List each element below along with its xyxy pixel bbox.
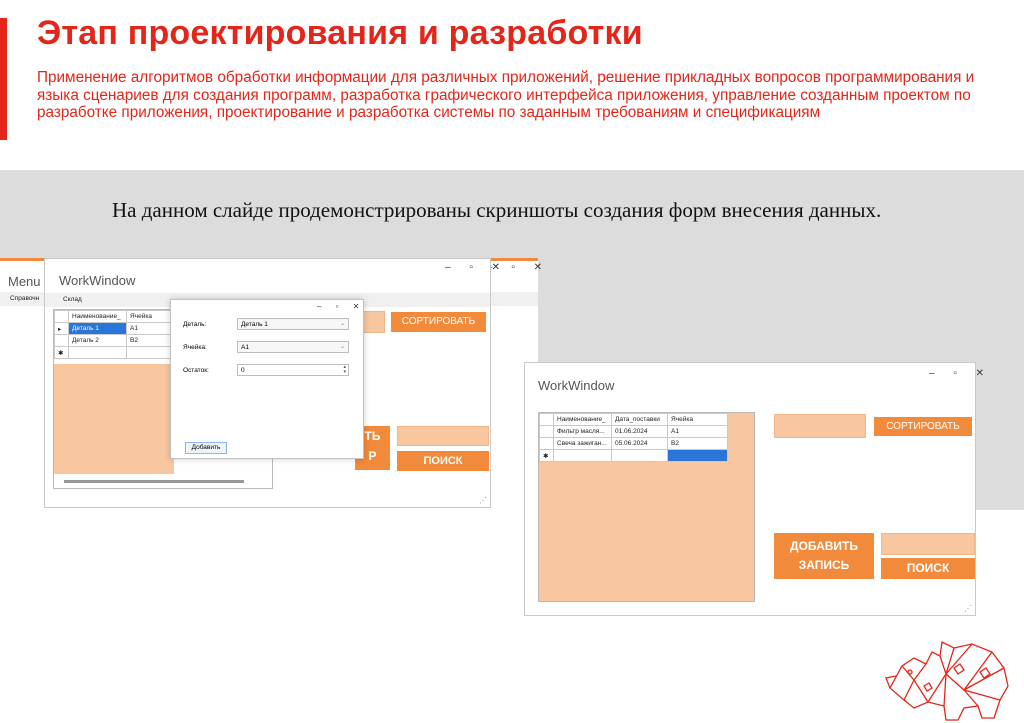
- cell-select-value: A1: [241, 344, 249, 351]
- cell-label: Ячейка:: [183, 344, 207, 351]
- rhino-logo-icon: [885, 641, 1009, 721]
- sort-button-back[interactable]: СОРТИРОВАТЬ: [391, 312, 486, 332]
- search-field-top[interactable]: [774, 414, 866, 438]
- detail-select[interactable]: Деталь 1 ⌄: [237, 318, 349, 330]
- grid-cell[interactable]: A1: [667, 425, 728, 438]
- grid-row-marker: ▸: [54, 322, 69, 335]
- screenshot-work-window: WorkWindow – ▫ ✕ Наименование_ Дата_пост…: [524, 362, 984, 616]
- grid-cell[interactable]: Деталь 1: [68, 322, 127, 335]
- rest-stepper-value: 0: [241, 367, 245, 374]
- rest-stepper[interactable]: 0 ▴ ▾: [237, 364, 349, 376]
- grid-header-name[interactable]: Наименование_: [553, 413, 612, 426]
- grid-scrollbar[interactable]: [64, 480, 244, 483]
- add-record-button[interactable]: ДОБАВИТЬ ЗАПИСЬ: [774, 533, 874, 579]
- slide-title: Этап проектирования и разработки: [37, 14, 643, 52]
- grid-cell[interactable]: Фильтр масля...: [553, 425, 612, 438]
- slide-subtitle: Применение алгоритмов обработки информац…: [37, 69, 975, 122]
- menu-item-spravochnik[interactable]: Справочн: [10, 295, 39, 302]
- title-accent-bar: [0, 18, 7, 140]
- chevron-down-icon: ⌄: [339, 344, 345, 350]
- stepper-arrows-icon[interactable]: ▴ ▾: [343, 365, 346, 375]
- grid-row-marker: [539, 425, 554, 438]
- grid-new-row-marker: ✱: [54, 346, 69, 359]
- grid-empty-area: [54, 364, 174, 474]
- grid-cell[interactable]: [68, 346, 127, 359]
- grid-cell[interactable]: [611, 449, 668, 462]
- grid-cell[interactable]: Деталь 2: [68, 334, 127, 347]
- work-window-controls[interactable]: – ▫ ✕: [445, 262, 508, 273]
- sort-button[interactable]: СОРТИРОВАТЬ: [874, 417, 972, 436]
- screenshot-menu-window: Menu – ▫ ✕ Справочн WorkWindow – ▫ ✕ Скл…: [0, 258, 542, 510]
- chevron-down-icon: ⌄: [339, 321, 345, 327]
- grid-cell-selected[interactable]: [667, 449, 728, 462]
- grid-cell[interactable]: [553, 449, 612, 462]
- work-window-controls-front[interactable]: – ▫ ✕: [929, 368, 992, 379]
- search-input[interactable]: [881, 533, 975, 555]
- work-window-title-front: WorkWindow: [538, 378, 615, 393]
- dialog-controls[interactable]: – ▫ ✕: [317, 302, 365, 311]
- grid-cell[interactable]: B2: [667, 437, 728, 450]
- add-detail-dialog: – ▫ ✕ Деталь: Деталь 1 ⌄ Ячейка: A1 ⌄ Ос…: [170, 299, 364, 459]
- records-grid[interactable]: Наименование_ Дата_поставки Ячейка Фильт…: [538, 412, 755, 602]
- detail-label: Деталь:: [183, 321, 207, 328]
- resize-grip-icon[interactable]: ⋰: [964, 604, 972, 613]
- grid-header-cell[interactable]: Ячейка: [667, 413, 728, 426]
- search-input-back[interactable]: [397, 426, 489, 446]
- slide-description: На данном слайде продемонстрированы скри…: [112, 198, 882, 222]
- resize-grip-icon[interactable]: ⋰: [479, 496, 487, 505]
- grid-cell[interactable]: 01.06.2024: [611, 425, 668, 438]
- grid-row-selector: [539, 413, 554, 426]
- menu-item-sklad[interactable]: Склад: [63, 296, 82, 303]
- menu-window-title: Menu: [8, 274, 41, 289]
- grid-header-name[interactable]: Наименование_: [68, 310, 127, 323]
- grid-new-row-marker: ✱: [539, 449, 554, 462]
- work-window-title: WorkWindow: [59, 273, 136, 288]
- grid-row-marker: [54, 334, 69, 347]
- dialog-add-button[interactable]: Добавить: [185, 442, 227, 454]
- detail-select-value: Деталь 1: [241, 321, 268, 328]
- grid-row-selector: [54, 310, 69, 323]
- rest-label: Остаток:: [183, 367, 209, 374]
- search-button[interactable]: ПОИСК: [881, 558, 975, 579]
- grid-row-marker: [539, 437, 554, 450]
- grid-header-date[interactable]: Дата_поставки: [611, 413, 668, 426]
- grid-cell[interactable]: Свеча зажиган...: [553, 437, 612, 450]
- grid-cell[interactable]: 05.06.2024: [611, 437, 668, 450]
- search-button-back[interactable]: ПОИСК: [397, 451, 489, 471]
- cell-select[interactable]: A1 ⌄: [237, 341, 349, 353]
